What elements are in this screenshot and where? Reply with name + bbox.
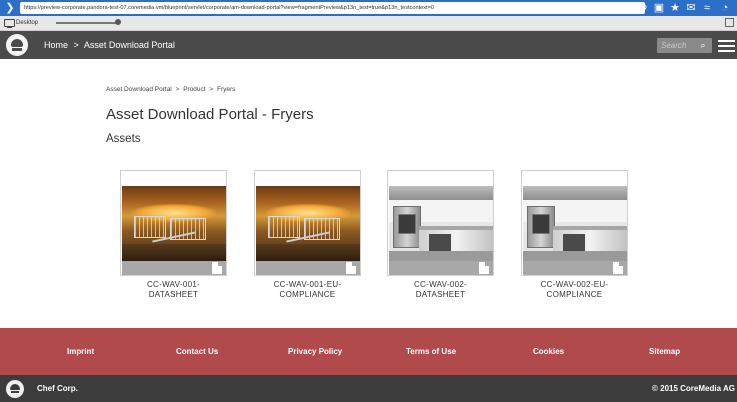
search-box[interactable]: Search ⌕ <box>657 38 712 53</box>
chef-hat-logo-icon[interactable] <box>6 34 28 56</box>
document-icon <box>346 262 356 274</box>
footer-link-contact[interactable]: Contact Us <box>176 347 218 357</box>
footer-links-bar: Imprint Contact Us Privacy Policy Terms … <box>0 328 737 375</box>
brand-name: Chef Corp. <box>37 384 78 393</box>
footer-link-sitemap[interactable]: Sitemap <box>649 347 680 357</box>
width-slider-handle[interactable] <box>115 19 121 25</box>
star-icon[interactable]: ★ <box>668 1 682 15</box>
asset-label-line: DATASHEET <box>148 290 199 299</box>
asset-label-line: CC-WAV-001- <box>146 280 201 289</box>
asset-label-line: DATASHEET <box>415 290 466 299</box>
footer-link-terms[interactable]: Terms of Use <box>406 347 456 357</box>
breadcrumb-separator: > <box>175 86 180 93</box>
page-title: Asset Download Portal - Fryers <box>106 106 314 123</box>
document-icon <box>212 262 222 274</box>
section-link[interactable]: Asset Download Portal <box>84 40 175 50</box>
asset-label[interactable]: CC-WAV-002-EU- COMPLIANCE <box>521 280 628 300</box>
asset-label[interactable]: CC-WAV-001- DATASHEET <box>120 280 227 300</box>
breadcrumb: Asset Download Portal > Product > Fryers <box>106 86 235 94</box>
mail-icon[interactable]: ✉ <box>684 1 698 15</box>
header-breadcrumb: Home > Asset Download Portal <box>44 40 175 51</box>
site-header: Home > Asset Download Portal Search ⌕ <box>0 31 737 59</box>
section-heading: Assets <box>106 133 141 145</box>
bottom-bar: Chef Corp. © 2015 CoreMedia AG <box>0 375 737 402</box>
asset-label-line: CC-WAV-002-EU- <box>540 280 609 289</box>
breadcrumb-item-fryers: Fryers <box>217 86 236 93</box>
asset-label-line: COMPLIANCE <box>279 290 336 299</box>
search-input[interactable]: Search <box>661 40 686 51</box>
monitor-icon[interactable] <box>4 19 15 28</box>
asset-label-line: CC-WAV-002- <box>413 280 468 289</box>
asset-thumbnail[interactable] <box>387 170 494 276</box>
fryer-photo <box>256 186 360 261</box>
chevron-right-icon[interactable]: ❯ <box>4 1 16 15</box>
fryer-photo <box>122 186 226 261</box>
footer-link-imprint[interactable]: Imprint <box>67 347 94 357</box>
document-icon <box>479 262 489 274</box>
asset-label[interactable]: CC-WAV-001-EU- COMPLIANCE <box>254 280 361 300</box>
kitchen-photo <box>389 186 493 261</box>
width-slider-track[interactable] <box>56 22 118 24</box>
copyright: © 2015 CoreMedia AG <box>652 384 735 393</box>
asset-label[interactable]: CC-WAV-002- DATASHEET <box>387 280 494 300</box>
kitchen-photo <box>523 186 627 261</box>
chart-icon[interactable]: ≈ <box>700 1 714 15</box>
asset-thumbnail[interactable] <box>521 170 628 276</box>
home-link[interactable]: Home <box>44 40 68 50</box>
breadcrumb-item-portal[interactable]: Asset Download Portal <box>106 86 172 93</box>
url-field[interactable]: https://preview-corporate.pandora-test-0… <box>20 2 645 14</box>
preview-device-bar: Desktop <box>0 16 737 31</box>
expand-icon[interactable] <box>725 18 734 27</box>
asset-label-line: COMPLIANCE <box>546 290 603 299</box>
hamburger-menu-icon[interactable] <box>718 40 735 52</box>
asset-thumbnail[interactable] <box>254 170 361 276</box>
chef-hat-logo-icon[interactable] <box>6 380 24 398</box>
bookmark-icon[interactable]: ▣ <box>652 1 666 15</box>
clock-icon[interactable]: ◔ <box>718 1 732 15</box>
device-label: Desktop <box>16 20 39 26</box>
browser-address-bar: ❯ https://preview-corporate.pandora-test… <box>0 0 737 16</box>
asset-thumbnail[interactable] <box>120 170 227 276</box>
search-icon[interactable]: ⌕ <box>697 40 709 52</box>
footer-link-privacy[interactable]: Privacy Policy <box>288 347 342 357</box>
header-separator: > <box>73 40 79 50</box>
refresh-icon[interactable]: ↻ <box>636 1 650 15</box>
footer-link-cookies[interactable]: Cookies <box>533 347 564 357</box>
breadcrumb-separator: > <box>209 86 214 93</box>
asset-label-line: CC-WAV-001-EU- <box>273 280 342 289</box>
breadcrumb-item-product[interactable]: Product <box>183 86 205 93</box>
document-icon <box>613 262 623 274</box>
